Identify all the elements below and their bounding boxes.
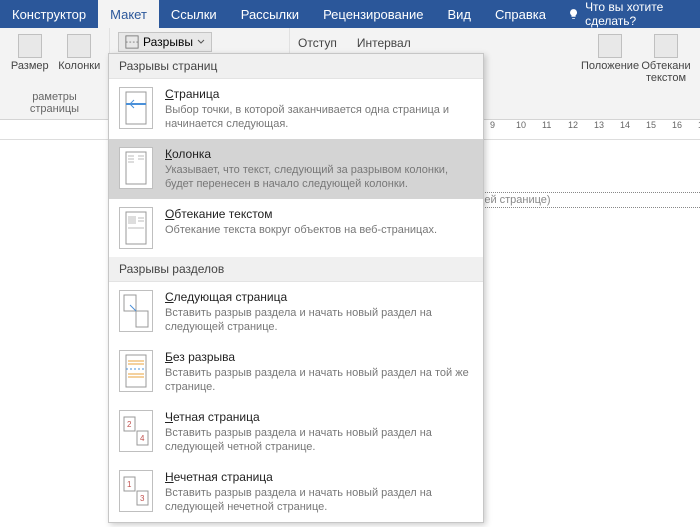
breaks-button[interactable]: Разрывы xyxy=(118,32,212,52)
tab-mailings[interactable]: Рассылки xyxy=(229,0,311,28)
ruler-tick: 13 xyxy=(594,120,604,130)
menu-item-desc: Вставить разрыв раздела и начать новый р… xyxy=(165,426,473,454)
tab-help[interactable]: Справка xyxy=(483,0,558,28)
page-setup-group-label: раметры страницы xyxy=(8,89,101,115)
menu-item-desc: Вставить разрыв раздела и начать новый р… xyxy=(165,306,473,334)
menu-item-title: Колонка xyxy=(165,147,473,161)
menu-item-title: Нечетная страница xyxy=(165,470,473,484)
menu-item-desc: Выбор точки, в которой заканчивается одн… xyxy=(165,103,473,131)
ruler-tick: 11 xyxy=(542,120,551,130)
menu-item-title: Четная страница xyxy=(165,410,473,424)
lightbulb-icon xyxy=(568,7,579,21)
position-button[interactable]: Положение xyxy=(586,32,634,115)
dropdown-section-section-breaks: Разрывы разделов xyxy=(109,257,483,282)
columns-icon xyxy=(67,34,91,58)
breaks-menu-item[interactable]: Без разрыва Вставить разрыв раздела и нач… xyxy=(109,342,483,402)
breaks-menu-item[interactable]: Обтекание текстом Обтекание текста вокруг… xyxy=(109,199,483,257)
ribbon-tabs: Конструктор Макет Ссылки Рассылки Реценз… xyxy=(0,0,700,28)
columns-label: Колонки xyxy=(58,60,100,72)
size-label: Размер xyxy=(11,60,49,72)
wrap-text-button[interactable]: Обтекани текстом xyxy=(642,32,690,115)
menu-item-thumb-icon xyxy=(119,350,153,392)
ruler-tick: 10 xyxy=(516,120,526,130)
menu-item-desc: Вставить разрыв раздела и начать новый р… xyxy=(165,486,473,514)
breaks-menu-item[interactable]: 13 Нечетная страница Вставить разрыв разде… xyxy=(109,462,483,522)
tab-view[interactable]: Вид xyxy=(435,0,483,28)
group-page-setup: Размер Колонки раметры страницы xyxy=(0,28,110,119)
menu-item-thumb-icon: 24 xyxy=(119,410,153,452)
dropdown-section-page-breaks: Разрывы страниц xyxy=(109,54,483,79)
menu-item-thumb-icon xyxy=(119,87,153,129)
ruler-tick: 14 xyxy=(620,120,630,130)
group-arrange: Положение Обтекани текстом xyxy=(576,28,700,119)
wrap-icon xyxy=(654,34,678,58)
tab-design[interactable]: Конструктор xyxy=(0,0,98,28)
breaks-menu-item[interactable]: 24 Четная страница Вставить разрыв раздела… xyxy=(109,402,483,462)
breaks-menu-item[interactable]: Колонка Указывает, что текст, следующий з… xyxy=(109,139,483,199)
menu-item-title: Обтекание текстом xyxy=(165,207,473,221)
menu-item-title: Следующая страница xyxy=(165,290,473,304)
indent-label: Отступ xyxy=(298,36,337,50)
svg-text:1: 1 xyxy=(127,480,132,489)
menu-item-thumb-icon: 13 xyxy=(119,470,153,512)
menu-item-title: Без разрыва xyxy=(165,350,473,364)
breaks-label: Разрывы xyxy=(143,35,193,49)
tab-references[interactable]: Ссылки xyxy=(159,0,229,28)
menu-item-thumb-icon xyxy=(119,290,153,332)
menu-item-thumb-icon xyxy=(119,147,153,189)
breaks-icon xyxy=(125,35,139,49)
tab-review[interactable]: Рецензирование xyxy=(311,0,435,28)
ruler-tick: 12 xyxy=(568,120,578,130)
position-label: Положение xyxy=(581,60,639,72)
menu-item-desc: Вставить разрыв раздела и начать новый р… xyxy=(165,366,473,394)
ruler-tick: 9 xyxy=(490,120,495,130)
menu-item-desc: Указывает, что текст, следующий за разры… xyxy=(165,163,473,191)
breaks-menu-item[interactable]: Страница Выбор точки, в которой заканчива… xyxy=(109,79,483,139)
tell-me-label: Что вы хотите сделать? xyxy=(585,0,690,28)
menu-item-thumb-icon xyxy=(119,207,153,249)
svg-text:3: 3 xyxy=(140,494,145,503)
tell-me-search[interactable]: Что вы хотите сделать? xyxy=(558,0,700,28)
svg-text:2: 2 xyxy=(127,420,132,429)
wrap-label: Обтекани текстом xyxy=(641,60,690,84)
breaks-menu-item[interactable]: Следующая страница Вставить разрыв раздел… xyxy=(109,282,483,342)
spacing-label: Интервал xyxy=(357,36,421,50)
menu-item-desc: Обтекание текста вокруг объектов на веб-… xyxy=(165,223,473,237)
menu-item-title: Страница xyxy=(165,87,473,101)
ruler-tick: 16 xyxy=(672,120,682,130)
page-size-icon xyxy=(18,34,42,58)
chevron-down-icon xyxy=(197,38,205,46)
columns-button[interactable]: Колонки xyxy=(58,32,102,72)
ruler-tick: 15 xyxy=(646,120,656,130)
tab-layout[interactable]: Макет xyxy=(98,0,159,28)
position-icon xyxy=(598,34,622,58)
size-button[interactable]: Размер xyxy=(8,32,52,72)
svg-text:4: 4 xyxy=(140,434,145,443)
breaks-dropdown: Разрывы страниц Страница Выбор точки, в к… xyxy=(108,53,484,523)
